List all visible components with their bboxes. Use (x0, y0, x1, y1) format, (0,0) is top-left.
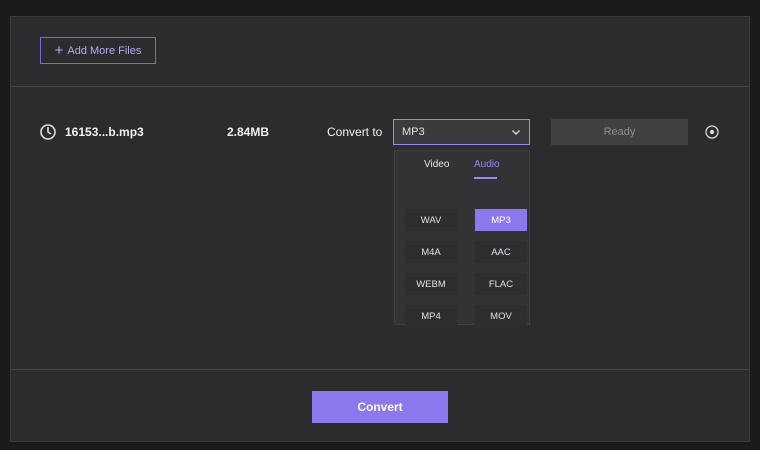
file-size: 2.84MB (227, 125, 270, 139)
plus-icon: + (54, 42, 64, 59)
file-name: 16153...b.mp3 (65, 125, 144, 139)
format-option-mp3[interactable]: MP3 (475, 209, 527, 231)
convert-label: Convert (357, 400, 403, 414)
format-tabs: Video Audio (395, 151, 529, 183)
active-tab-indicator (474, 177, 497, 179)
format-option-webm[interactable]: WEBM (405, 273, 457, 295)
status-button[interactable]: Ready (551, 119, 688, 145)
converter-panel: + Add More Files 16153...b.mp3 2.84MB Co… (10, 16, 750, 442)
add-more-files-label: Add More Files (67, 44, 142, 57)
bottom-bar: Convert (11, 369, 749, 441)
status-label: Ready (603, 126, 636, 138)
format-option-aac[interactable]: AAC (475, 241, 527, 263)
format-option-wav[interactable]: WAV (405, 209, 457, 231)
add-more-files-button[interactable]: + Add More Files (40, 37, 156, 64)
audio-file-icon (40, 124, 56, 140)
top-toolbar: + Add More Files (11, 17, 749, 87)
format-option-flac[interactable]: FLAC (475, 273, 527, 295)
format-option-mp4[interactable]: MP4 (405, 305, 457, 327)
tab-audio[interactable]: Audio (474, 159, 500, 170)
selected-format: MP3 (402, 126, 425, 138)
convert-button[interactable]: Convert (312, 391, 448, 423)
format-dropdown: Video Audio WAV MP3 M4A AAC WEBM FLAC MP… (394, 150, 530, 327)
format-option-m4a[interactable]: M4A (405, 241, 457, 263)
tab-video[interactable]: Video (424, 159, 449, 170)
close-circle-icon[interactable] (705, 125, 719, 139)
format-option-mov[interactable]: MOV (475, 305, 527, 327)
format-select[interactable]: MP3 (393, 119, 530, 145)
chevron-down-icon (512, 130, 520, 135)
convert-to-label: Convert to (327, 125, 383, 139)
file-row: 16153...b.mp3 2.84MB Convert to MP3 Read… (11, 117, 749, 147)
